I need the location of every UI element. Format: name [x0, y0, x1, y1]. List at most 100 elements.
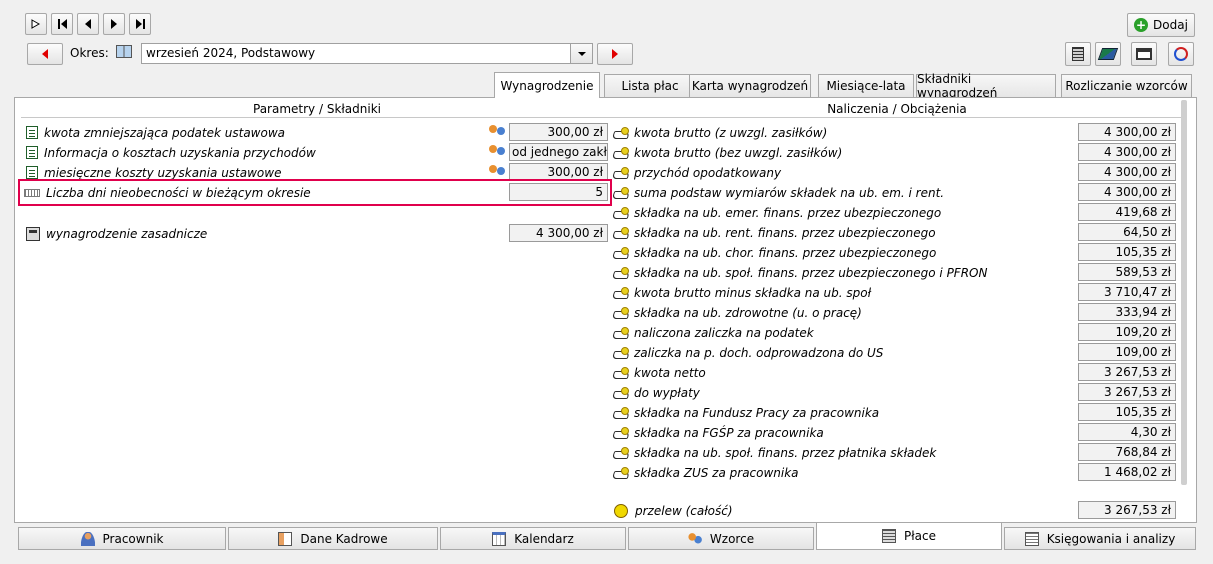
book-icon	[116, 45, 132, 58]
charge-value[interactable]: 3 267,53 zł	[1078, 383, 1176, 401]
charge-value[interactable]: 4 300,00 zł	[1078, 143, 1176, 161]
charge-value[interactable]: 4,30 zł	[1078, 423, 1176, 441]
period-dropdown-button[interactable]	[570, 44, 592, 63]
charge-row[interactable]: zaliczka na p. doch. odprowadzona do US	[613, 343, 1063, 362]
charge-value[interactable]: 589,53 zł	[1078, 263, 1176, 281]
charge-row[interactable]: składka na FGŚP za pracownika	[613, 423, 1063, 442]
tab-skladniki-wynagrodzen[interactable]: Składniki wynagrodzeń	[916, 72, 1056, 100]
tab-label: Karta wynagrodzeń	[691, 79, 809, 93]
transfer-value[interactable]: 3 267,53 zł	[1078, 501, 1176, 519]
period-prev-icon	[42, 49, 48, 59]
document-icon	[26, 146, 38, 159]
charge-label: kwota brutto (bez uwzgl. zasiłków)	[634, 145, 843, 160]
charge-label: składka na ub. emer. finans. przez ubezp…	[634, 205, 942, 220]
tab-label: Rozliczanie wzorców	[1065, 79, 1188, 93]
charge-row[interactable]: kwota brutto (bez uwzgl. zasiłków)	[613, 143, 1063, 162]
tab-label: Wynagrodzenie	[500, 78, 594, 93]
param-value[interactable]: 4 300,00 zł	[509, 224, 608, 242]
charge-value[interactable]: 4 300,00 zł	[1078, 123, 1176, 141]
charge-value[interactable]: 4 300,00 zł	[1078, 163, 1176, 181]
highlight-frame	[18, 179, 612, 206]
charge-row[interactable]: naliczona zaliczka na podatek	[613, 323, 1063, 342]
charge-value[interactable]: 109,20 zł	[1078, 323, 1176, 341]
charge-row[interactable]: kwota brutto (z uwzgl. zasiłków)	[613, 123, 1063, 142]
charge-row[interactable]: składka na ub. emer. finans. przez ubezp…	[613, 203, 1063, 222]
period-select[interactable]: wrzesień 2024, Podstawowy	[141, 43, 593, 64]
charge-label: składka na ub. zdrowotne (u. o pracę)	[634, 305, 862, 320]
charge-row[interactable]: składka na Fundusz Pracy za pracownika	[613, 403, 1063, 422]
charge-row[interactable]: składka na ub. społ. finans. przez ubezp…	[613, 263, 1063, 282]
add-button-label: Dodaj	[1153, 18, 1188, 32]
charge-label: kwota brutto (z uwzgl. zasiłków)	[634, 125, 828, 140]
bottom-tab-label: Płace	[904, 529, 936, 543]
new-record-button[interactable]	[25, 13, 47, 35]
hand-coin-icon	[613, 386, 629, 399]
bottom-tab-kalendarz[interactable]: Kalendarz	[440, 527, 626, 550]
transfer-row[interactable]: przelew (całość)	[614, 501, 1064, 520]
calculator-icon	[882, 529, 896, 543]
print-button[interactable]	[1131, 42, 1157, 66]
period-next-icon	[612, 49, 618, 59]
charge-row[interactable]: składka ZUS za pracownika	[613, 463, 1063, 482]
charge-row[interactable]: składka na ub. chor. finans. przez ubezp…	[613, 243, 1063, 262]
bottom-tab-ksiegowania[interactable]: Księgowania i analizy	[1004, 527, 1196, 550]
charge-value[interactable]: 64,50 zł	[1078, 223, 1176, 241]
charge-label: naliczona zaliczka na podatek	[634, 325, 814, 340]
tab-miesiace-lata[interactable]: Miesiące-lata	[818, 74, 914, 97]
calculator-button[interactable]	[1065, 42, 1091, 66]
prev-arrow-icon	[85, 19, 91, 29]
period-prev-button[interactable]	[27, 43, 63, 65]
param-label: miesięczne koszty uzyskania ustawowe	[44, 165, 282, 180]
first-record-button[interactable]	[51, 13, 73, 35]
tab-rozliczanie-wzorcow[interactable]: Rozliczanie wzorców	[1061, 74, 1192, 97]
param-label: kwota zmniejszająca podatek ustawowa	[44, 125, 286, 140]
charge-value[interactable]: 3 267,53 zł	[1078, 363, 1176, 381]
last-record-button[interactable]	[129, 13, 151, 35]
charge-label: składka na FGŚP za pracownika	[634, 425, 824, 440]
param-value[interactable]: 300,00 zł	[509, 123, 608, 141]
charge-row[interactable]: suma podstaw wymiarów składek na ub. em.…	[613, 183, 1063, 202]
param-row[interactable]: wynagrodzenie zasadnicze	[26, 224, 496, 243]
refresh-button[interactable]	[1168, 42, 1194, 66]
charge-row[interactable]: kwota brutto minus składka na ub. społ	[613, 283, 1063, 302]
charge-value[interactable]: 105,35 zł	[1078, 403, 1176, 421]
charge-row[interactable]: składka na ub. rent. finans. przez ubezp…	[613, 223, 1063, 242]
param-row[interactable]: Informacja o kosztach uzyskania przychod…	[26, 143, 496, 162]
charge-value[interactable]: 1 468,02 zł	[1078, 463, 1176, 481]
hand-coin-icon	[613, 226, 629, 239]
bottom-tab-label: Pracownik	[102, 531, 164, 546]
add-icon: +	[1134, 18, 1149, 32]
bottom-tab-place[interactable]: Płace	[816, 523, 1002, 550]
bottom-tab-pracownik[interactable]: Pracownik	[18, 527, 226, 550]
charge-row[interactable]: składka na ub. zdrowotne (u. o pracę)	[613, 303, 1063, 322]
charge-value[interactable]: 768,84 zł	[1078, 443, 1176, 461]
coin-icon	[614, 503, 628, 518]
charge-value[interactable]: 105,35 zł	[1078, 243, 1176, 261]
last-bar-icon	[142, 19, 145, 29]
charge-row[interactable]: kwota netto	[613, 363, 1063, 382]
prev-record-button[interactable]	[77, 13, 99, 35]
charge-label: składka na ub. chor. finans. przez ubezp…	[634, 245, 937, 260]
charge-value[interactable]: 333,94 zł	[1078, 303, 1176, 321]
charge-value[interactable]: 109,00 zł	[1078, 343, 1176, 361]
next-record-button[interactable]	[103, 13, 125, 35]
tab-lista-plac[interactable]: Lista płac	[604, 74, 696, 97]
hand-coin-icon	[613, 406, 629, 419]
vertical-scrollbar[interactable]	[1181, 100, 1187, 485]
bottom-tab-wzorce[interactable]: Wzorce	[628, 527, 814, 550]
param-value[interactable]: od jednego zakł...	[509, 143, 608, 161]
tab-karta-wynagrodzen[interactable]: Karta wynagrodzeń	[689, 74, 811, 97]
add-button[interactable]: + Dodaj	[1127, 13, 1195, 37]
bottom-tab-dane-kadrowe[interactable]: Dane Kadrowe	[228, 527, 438, 550]
param-row[interactable]: kwota zmniejszająca podatek ustawowa	[26, 123, 496, 142]
period-next-button[interactable]	[597, 43, 633, 65]
charge-value[interactable]: 3 710,47 zł	[1078, 283, 1176, 301]
charge-row[interactable]: składka na ub. społ. finans. przez płatn…	[613, 443, 1063, 462]
charge-value[interactable]: 4 300,00 zł	[1078, 183, 1176, 201]
charge-row[interactable]: do wypłaty	[613, 383, 1063, 402]
charge-row[interactable]: przychód opodatkowany	[613, 163, 1063, 182]
tab-label: Miesiące-lata	[826, 79, 906, 93]
books-button[interactable]	[1095, 42, 1121, 66]
tab-wynagrodzenie[interactable]: Wynagrodzenie	[494, 72, 600, 98]
charge-value[interactable]: 419,68 zł	[1078, 203, 1176, 221]
